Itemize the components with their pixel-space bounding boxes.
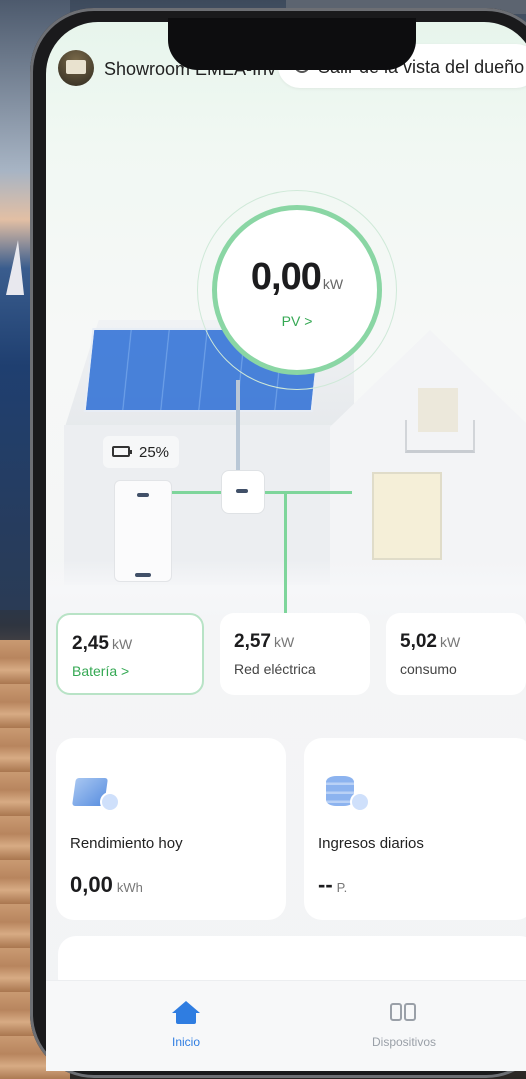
tab-home[interactable]: Inicio <box>106 981 266 1071</box>
battery-power-value: 2,45 kW <box>72 633 133 654</box>
house-balcony <box>405 420 475 453</box>
consumption-card[interactable]: 5,02 kW consumo <box>386 613 526 695</box>
load-flow-line <box>262 491 352 494</box>
yield-today-value: 0,00 kWh <box>70 872 143 897</box>
inverter-graphic <box>221 470 265 514</box>
consumption-value: 5,02 kW <box>400 631 461 652</box>
daily-income-card[interactable]: Ingresos diarios -- P. <box>304 738 526 920</box>
bottom-tab-bar: Inicio Dispositivos <box>46 980 526 1071</box>
battery-flow-line <box>170 491 222 494</box>
battery-unit-graphic <box>114 480 172 582</box>
battery-power-card[interactable]: 2,45 kW Batería > <box>56 613 204 695</box>
daily-income-title: Ingresos diarios <box>318 835 424 852</box>
pv-flow-line <box>236 380 240 472</box>
coins-badge-icon <box>350 792 370 812</box>
phone-notch <box>168 18 416 70</box>
pv-link[interactable]: PV > <box>217 313 377 329</box>
sailboat-graphic <box>6 240 24 295</box>
grid-power-card[interactable]: 2,57 kW Red eléctrica <box>220 613 370 695</box>
pv-power-value: 0,00 kW <box>250 256 344 298</box>
battery-icon <box>112 446 132 457</box>
pv-power-circle[interactable]: 0,00 kW PV > <box>212 205 382 375</box>
tab-home-label: Inicio <box>171 1035 200 1049</box>
home-icon <box>172 1001 200 1025</box>
tab-devices-label: Dispositivos <box>371 1035 437 1049</box>
tab-devices[interactable]: Dispositivos <box>324 981 484 1071</box>
grid-label: Red eléctrica <box>234 661 316 677</box>
consumption-label: consumo <box>400 661 457 677</box>
station-avatar[interactable] <box>58 50 94 86</box>
grid-power-value: 2,57 kW <box>234 631 295 652</box>
battery-link[interactable]: Batería > <box>72 663 129 679</box>
grid-flow-line <box>284 493 287 613</box>
yield-today-title: Rendimiento hoy <box>70 835 183 852</box>
daily-income-value: -- P. <box>318 872 348 897</box>
solar-panel-badge-icon <box>100 792 120 812</box>
house-door <box>372 472 442 560</box>
battery-soc-badge: 25% <box>103 436 179 468</box>
battery-soc-value: 25% <box>139 444 170 461</box>
devices-icon <box>390 1003 418 1025</box>
yield-today-card[interactable]: Rendimiento hoy 0,00 kWh <box>56 738 286 920</box>
